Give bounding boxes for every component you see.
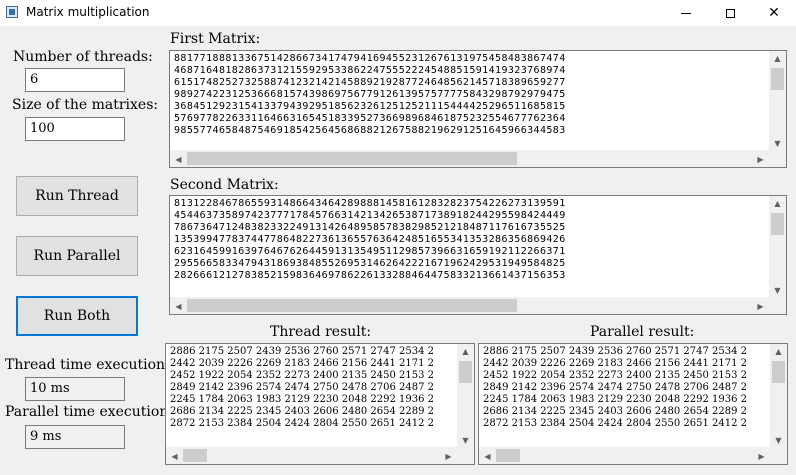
second-matrix-vscrollbar[interactable]: ▲ ▼ <box>769 196 786 297</box>
scroll-corner <box>457 447 474 464</box>
scroll-thumb[interactable] <box>771 213 784 235</box>
thread-result-vscrollbar[interactable]: ▲ ▼ <box>457 344 474 447</box>
first-matrix-textbox[interactable]: 8817718881336751428667341747941694552312… <box>169 50 787 168</box>
parallel-result-label: Parallel result: <box>590 324 695 340</box>
scroll-up-icon[interactable]: ▲ <box>769 196 786 210</box>
parallel-time-label: Parallel time execution: <box>5 404 174 420</box>
scroll-down-icon[interactable]: ▼ <box>769 136 786 150</box>
parallel-result-hscrollbar[interactable]: ◀ ▶ <box>479 447 770 464</box>
scroll-up-icon[interactable]: ▲ <box>457 344 474 358</box>
title-bar: Matrix multiplication ✕ <box>0 0 796 26</box>
scroll-left-icon[interactable]: ◀ <box>170 152 187 166</box>
thread-time-label: Thread time execution: <box>5 357 170 373</box>
scroll-left-icon[interactable]: ◀ <box>479 449 496 463</box>
scroll-thumb[interactable] <box>187 152 517 165</box>
thread-result-content: 2886 2175 2507 2439 2536 2760 2571 2747 … <box>170 346 435 429</box>
scroll-left-icon[interactable]: ◀ <box>166 449 183 463</box>
scroll-right-icon[interactable]: ▶ <box>752 152 769 166</box>
parallel-time-field: 9 ms <box>25 425 125 449</box>
maximize-icon <box>725 8 735 18</box>
scroll-thumb[interactable] <box>771 68 784 90</box>
size-input[interactable]: 100 <box>25 117 125 141</box>
minimize-button[interactable] <box>664 0 708 26</box>
first-matrix-content: 8817718881336751428667341747941694552312… <box>174 53 566 136</box>
size-label: Size of the matrixes: <box>12 97 159 113</box>
thread-result-hscrollbar[interactable]: ◀ ▶ <box>166 447 457 464</box>
scroll-up-icon[interactable]: ▲ <box>769 51 786 65</box>
run-both-button[interactable]: Run Both <box>16 296 138 336</box>
second-matrix-textbox[interactable]: 8131228467865593148664346428988814581612… <box>169 195 787 315</box>
parallel-result-content: 2886 2175 2507 2439 2536 2760 2571 2747 … <box>483 346 748 429</box>
run-thread-button[interactable]: Run Thread <box>16 176 138 216</box>
parallel-result-textbox[interactable]: 2886 2175 2507 2439 2536 2760 2571 2747 … <box>478 343 788 465</box>
first-matrix-vscrollbar[interactable]: ▲ ▼ <box>769 51 786 150</box>
first-matrix-label: First Matrix: <box>170 31 261 47</box>
scroll-right-icon[interactable]: ▶ <box>440 449 457 463</box>
scroll-left-icon[interactable]: ◀ <box>170 299 187 313</box>
first-matrix-hscrollbar[interactable]: ◀ ▶ <box>170 150 769 167</box>
scroll-right-icon[interactable]: ▶ <box>753 449 770 463</box>
scroll-down-icon[interactable]: ▼ <box>457 433 474 447</box>
scroll-corner <box>769 150 786 167</box>
scroll-up-icon[interactable]: ▲ <box>770 344 787 358</box>
scroll-down-icon[interactable]: ▼ <box>769 283 786 297</box>
scroll-thumb[interactable] <box>187 299 517 312</box>
maximize-button[interactable] <box>708 0 752 26</box>
close-button[interactable]: ✕ <box>752 0 796 26</box>
window-title: Matrix multiplication <box>26 5 150 19</box>
scroll-corner <box>769 297 786 314</box>
scroll-thumb[interactable] <box>183 449 207 462</box>
scroll-thumb[interactable] <box>496 449 520 462</box>
minimize-icon <box>681 12 691 14</box>
thread-result-textbox[interactable]: 2886 2175 2507 2439 2536 2760 2571 2747 … <box>165 343 475 465</box>
parallel-result-vscrollbar[interactable]: ▲ ▼ <box>770 344 787 447</box>
thread-result-label: Thread result: <box>270 324 372 340</box>
scroll-thumb[interactable] <box>772 361 785 383</box>
app-window-icon <box>6 6 18 18</box>
scroll-corner <box>770 447 787 464</box>
threads-input[interactable]: 6 <box>25 68 125 92</box>
threads-label: Number of threads: <box>13 49 153 65</box>
run-parallel-button[interactable]: Run Parallel <box>16 236 138 276</box>
second-matrix-hscrollbar[interactable]: ◀ ▶ <box>170 297 769 314</box>
scroll-down-icon[interactable]: ▼ <box>770 433 787 447</box>
thread-time-field: 10 ms <box>25 377 125 401</box>
close-icon: ✕ <box>768 5 780 21</box>
scroll-thumb[interactable] <box>459 361 472 383</box>
second-matrix-content: 8131228467865593148664346428988814581612… <box>174 198 566 281</box>
scroll-right-icon[interactable]: ▶ <box>752 299 769 313</box>
second-matrix-label: Second Matrix: <box>170 177 279 193</box>
